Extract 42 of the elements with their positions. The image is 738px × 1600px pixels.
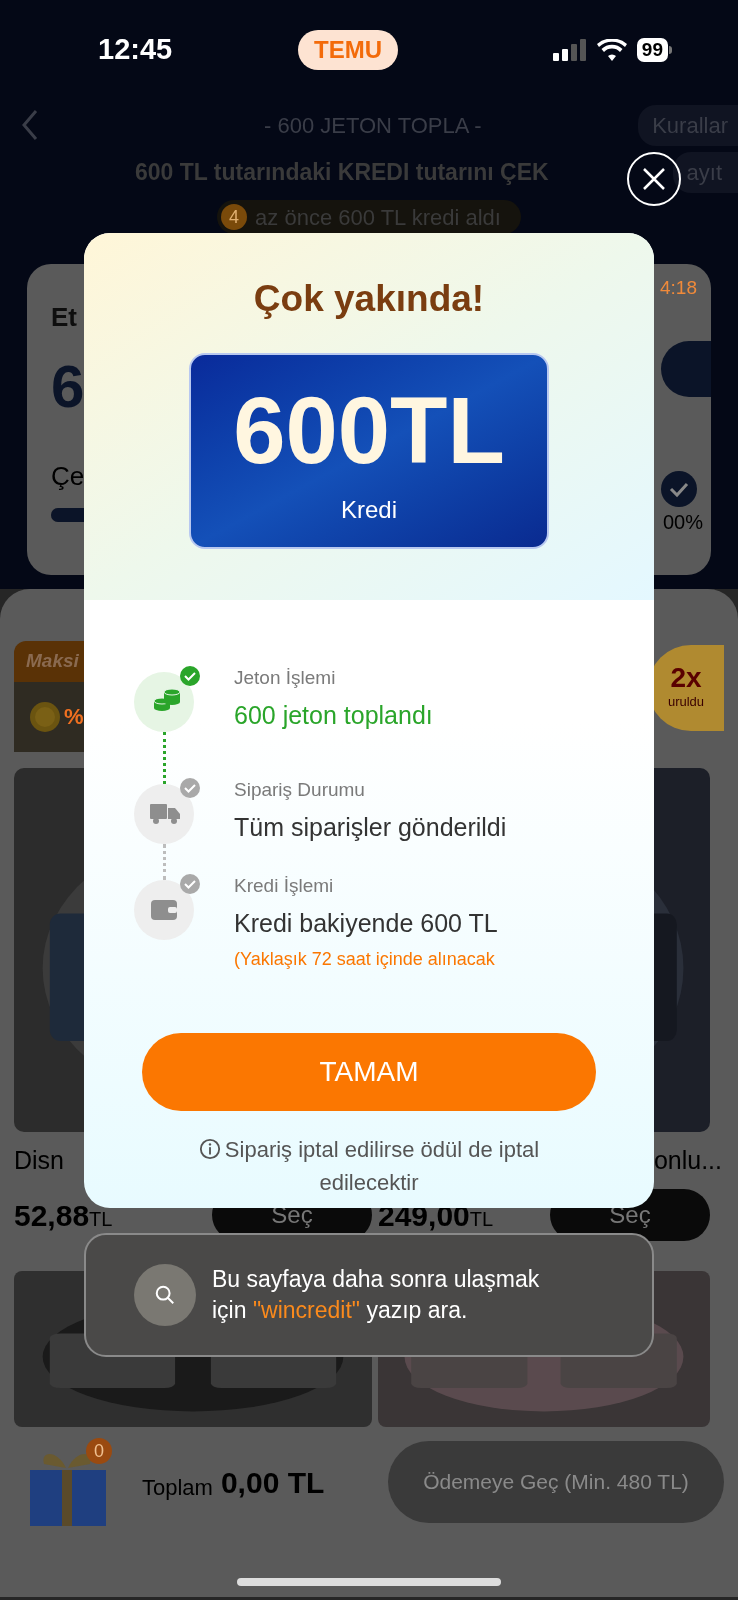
ticker-count: 4 [221, 204, 248, 230]
search-tip-text: Bu sayfaya daha sonra ulaşmak için "wincredit" yazıp ara. [212, 1265, 541, 1325]
coin-text: % [64, 703, 84, 731]
search-icon [154, 1284, 176, 1306]
product-name: Disn [14, 1144, 64, 1176]
progress-label: Çe [51, 460, 85, 493]
credit-label: Kredi [341, 494, 397, 525]
gift-badge: 0 [86, 1438, 112, 1464]
countdown-timer: 4:18 [660, 276, 697, 300]
battery-indicator: 99 [636, 38, 668, 62]
product-name: onlu... [653, 1144, 722, 1176]
step-value: Tüm siparişler gönderildi [234, 811, 507, 843]
step-value: 600 jeton toplandı [234, 699, 433, 731]
close-button[interactable] [627, 152, 681, 206]
credit-amount: 600TL [233, 383, 505, 478]
info-icon [198, 1138, 221, 1161]
signal-icon [552, 39, 587, 61]
checkout-button[interactable]: Ödemeye Geç (Min. 480 TL) [388, 1441, 724, 1523]
step-label: Sipariş Durumu [234, 778, 366, 802]
card-amount: 6 [51, 357, 85, 417]
battery-tip-icon [669, 46, 672, 54]
status-time: 12:45 [98, 32, 174, 68]
coin-icon [30, 701, 60, 732]
multiplier-note: uruldu [667, 693, 705, 712]
product-price: 52,88TL [14, 1197, 113, 1234]
check-badge-icon [180, 666, 200, 686]
total-label: Toplam [142, 1473, 213, 1502]
card-label: Et [51, 301, 77, 334]
step-label: Kredi İşlemi [234, 874, 335, 898]
app-badge: TEMU [298, 30, 398, 70]
ok-button[interactable]: TAMAM [142, 1033, 596, 1111]
check-icon [661, 470, 697, 507]
wifi-icon [596, 39, 627, 61]
check-badge-icon [180, 778, 200, 798]
progress-percent: 00% [662, 509, 703, 535]
step-value: Kredi bakiyende 600 TL [234, 907, 498, 939]
close-icon [642, 167, 666, 191]
multiplier-value: 2x [670, 664, 702, 693]
total-amount: 0,00 TL [220, 1464, 325, 1501]
check-badge-icon [180, 874, 200, 894]
step-note: (Yaklaşık 72 saat içinde alınacak [234, 948, 496, 971]
modal-title: Çok yakında! [253, 277, 485, 321]
